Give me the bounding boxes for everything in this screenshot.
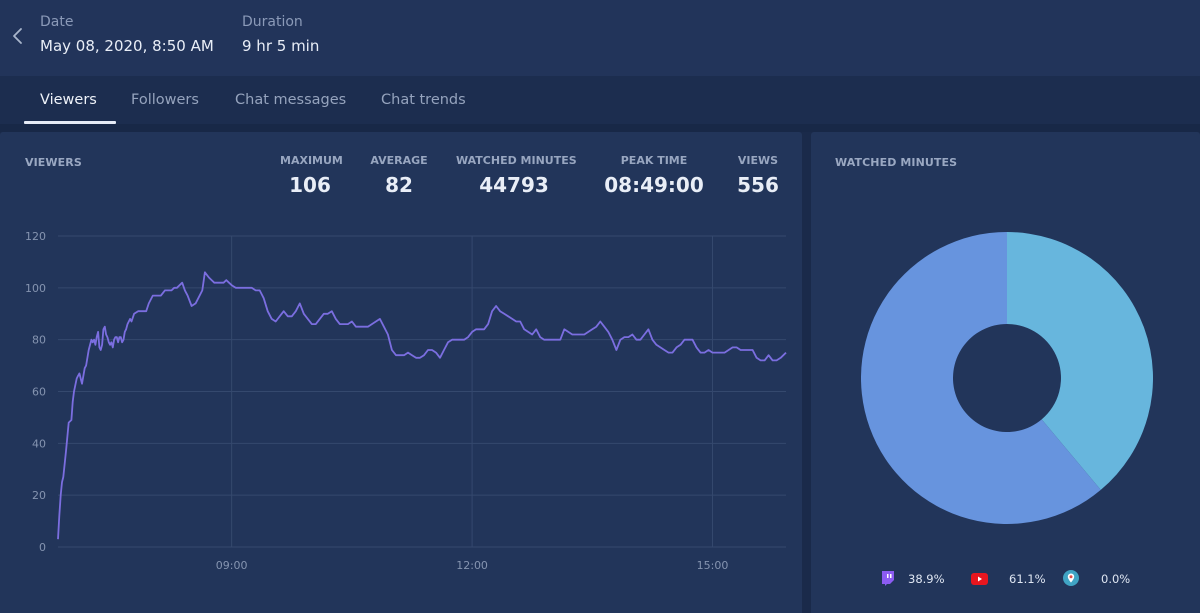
- viewers-line-chart: 0 20 40 60 80 100 120 09:00 12:00 15:00: [25, 230, 787, 572]
- stream-header: Date May 08, 2020, 8:50 AM Duration 9 hr…: [0, 0, 1200, 76]
- date-field: Date May 08, 2020, 8:50 AM: [40, 14, 214, 55]
- tab-chat-trends[interactable]: Chat trends: [381, 92, 466, 108]
- duration-value: 9 hr 5 min: [242, 37, 320, 55]
- twitch-percent: 38.9%: [908, 572, 945, 586]
- tab-bar: Viewers Followers Chat messages Chat tre…: [0, 76, 1200, 124]
- duration-field: Duration 9 hr 5 min: [242, 14, 319, 55]
- back-button[interactable]: [8, 24, 28, 48]
- periscope-icon: [1063, 570, 1079, 586]
- twitch-icon: [882, 571, 894, 586]
- tab-divider: [0, 124, 1200, 132]
- x-tick-label: 12:00: [456, 559, 488, 572]
- x-tick-label: 15:00: [697, 559, 729, 572]
- viewers-panel: VIEWERS MAXIMUM 106 AVERAGE 82 WATCHED M…: [0, 132, 802, 613]
- youtube-icon: [971, 573, 988, 585]
- watched-minutes-panel: WATCHED MINUTES 38.9% 61.1% 0.0%: [811, 132, 1200, 613]
- x-tick-label: 09:00: [216, 559, 248, 572]
- tab-followers[interactable]: Followers: [131, 92, 199, 108]
- viewers-series-line: [57, 271, 787, 540]
- periscope-percent: 0.0%: [1101, 572, 1131, 586]
- watched-minutes-donut-chart: [861, 232, 1153, 524]
- y-tick-label: 40: [32, 437, 46, 450]
- tab-viewers[interactable]: Viewers: [40, 92, 97, 108]
- y-tick-label: 100: [25, 282, 46, 295]
- chevron-left-icon: [13, 28, 22, 44]
- y-tick-label: 80: [32, 334, 46, 347]
- duration-label: Duration: [242, 14, 303, 30]
- y-tick-label: 20: [32, 489, 46, 502]
- date-label: Date: [40, 14, 74, 30]
- date-value: May 08, 2020, 8:50 AM: [40, 37, 214, 55]
- youtube-percent: 61.1%: [1009, 572, 1046, 586]
- y-tick-label: 0: [39, 541, 46, 554]
- tab-chat-messages[interactable]: Chat messages: [235, 92, 346, 108]
- y-tick-label: 120: [25, 230, 46, 243]
- y-tick-label: 60: [32, 386, 46, 399]
